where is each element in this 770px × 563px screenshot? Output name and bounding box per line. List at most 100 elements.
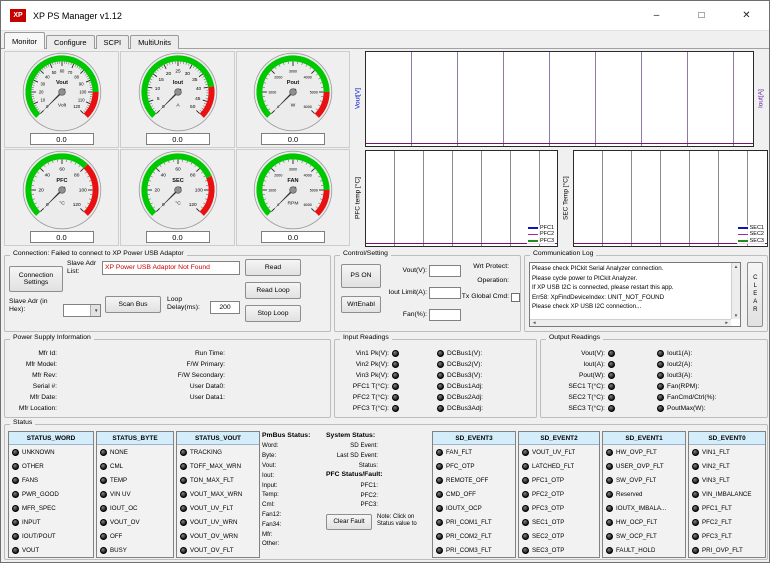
status-item[interactable]: PFC1_FLT — [689, 501, 765, 515]
status-item[interactable]: TON_MAX_FLT — [177, 473, 259, 487]
status-item[interactable]: BUSY — [97, 543, 173, 557]
status-item[interactable]: VOUT — [9, 543, 93, 557]
status-item[interactable]: VIN3_FLT — [689, 473, 765, 487]
stop-loop-button[interactable]: Stop Loop — [245, 305, 301, 322]
status-item[interactable]: VOUT_OV — [97, 515, 173, 529]
title-bar: XP XP PS Manager v1.12 – □ ✕ — [1, 1, 769, 31]
tx-global-cmd-checkbox[interactable] — [511, 293, 520, 302]
close-icon[interactable]: ✕ — [724, 1, 769, 30]
status-panel-status_vout: STATUS_VOUTTRACKINGTOFF_MAX_WRNTON_MAX_F… — [176, 431, 260, 558]
status-item[interactable]: UNKNOWN — [9, 445, 93, 459]
status-item[interactable]: SW_OVP_FLT — [603, 473, 685, 487]
status-item[interactable]: IOUTX_OCP — [433, 501, 515, 515]
status-item[interactable]: LATCHED_FLT — [519, 459, 599, 473]
status-item[interactable]: INPUT — [9, 515, 93, 529]
status-item[interactable]: PRI_COM3_FLT — [433, 543, 515, 557]
status-item[interactable]: VOUT_OV_WRN — [177, 529, 259, 543]
status-item[interactable]: FAULT_HOLD — [603, 543, 685, 557]
status-field-row: Last SD Event: — [326, 451, 430, 461]
status-item[interactable]: FANS — [9, 473, 93, 487]
status-item[interactable]: PRI_COM1_FLT — [433, 515, 515, 529]
status-item[interactable]: PFC1_OTP — [519, 473, 599, 487]
status-item[interactable]: PFC_OTP — [433, 459, 515, 473]
status-item[interactable]: VOUT_MAX_WRN — [177, 487, 259, 501]
status-item[interactable]: PWR_GOOD — [9, 487, 93, 501]
status-item[interactable]: VOUT_UV_FLT — [177, 501, 259, 515]
status-item[interactable]: SW_OCP_FLT — [603, 529, 685, 543]
read-button[interactable]: Read — [245, 259, 301, 276]
status-item[interactable]: MFR_SPEC — [9, 501, 93, 515]
log-horizontal-scrollbar[interactable] — [530, 319, 731, 326]
status-item[interactable]: PFC2_OTP — [519, 487, 599, 501]
status-item[interactable]: TEMP — [97, 473, 173, 487]
reading-led-indicator — [608, 405, 615, 412]
status-item[interactable]: TRACKING — [177, 445, 259, 459]
status-item[interactable]: Reserved — [603, 487, 685, 501]
connection-settings-button[interactable]: Connection Settings — [9, 266, 63, 292]
status-item[interactable]: PFC2_FLT — [689, 515, 765, 529]
status-item[interactable]: SEC3_OTP — [519, 543, 599, 557]
status-item[interactable]: HW_OVP_FLT — [603, 445, 685, 459]
status-item[interactable]: NONE — [97, 445, 173, 459]
svg-text:35: 35 — [192, 77, 198, 83]
log-vertical-scrollbar[interactable] — [731, 263, 740, 319]
ps-on-button[interactable]: PS ON — [341, 264, 381, 288]
tab-monitor[interactable]: Monitor — [4, 32, 45, 49]
reading-row: PFC2 T(°C): — [339, 392, 435, 403]
status-item[interactable]: VOUT_OV_FLT — [177, 543, 259, 557]
vout-set-input[interactable] — [429, 265, 461, 277]
status-item[interactable]: IOUT/POUT — [9, 529, 93, 543]
status-item[interactable]: IOUT_OC — [97, 501, 173, 515]
status-item[interactable]: CMD_OFF — [433, 487, 515, 501]
info-label: User Data0: — [163, 383, 225, 390]
status-item[interactable]: SEC2_OTP — [519, 529, 599, 543]
reading-led-indicator — [392, 383, 399, 390]
status-item[interactable]: PRI_OVP_FLT — [689, 543, 765, 557]
status-item[interactable]: REMOTE_OFF — [433, 473, 515, 487]
tab-multiunits[interactable]: MultiUnits — [130, 35, 179, 49]
reading-row: PoutMax(W): — [657, 403, 765, 414]
status-item[interactable]: HW_OCP_FLT — [603, 515, 685, 529]
slave-adr-dropdown[interactable] — [63, 304, 101, 317]
svg-text:20: 20 — [165, 71, 171, 77]
status-item[interactable]: VOUT_UV_WRN — [177, 515, 259, 529]
status-item[interactable]: PFC3_OTP — [519, 501, 599, 515]
svg-text:60: 60 — [59, 69, 64, 74]
maximize-icon[interactable]: □ — [679, 1, 724, 30]
status-item[interactable]: IOUTX_IMBALA... — [603, 501, 685, 515]
control-setting-group: Control/Setting PS ON WrtEnabl Vout(V): … — [334, 255, 521, 332]
slave-adr-list-value[interactable]: XP Power USB Adaptor Not Found — [102, 261, 240, 275]
fan-set-input[interactable] — [429, 309, 461, 321]
status-item[interactable]: VIN_IMBALANCE — [689, 487, 765, 501]
tab-scpi[interactable]: SCPI — [96, 35, 130, 49]
status-item[interactable]: VIN1_FLT — [689, 445, 765, 459]
status-item[interactable]: SEC1_OTP — [519, 515, 599, 529]
status-led-indicator — [12, 491, 19, 498]
info-row: Mfr Id: — [9, 348, 159, 359]
status-item[interactable]: VIN2_FLT — [689, 459, 765, 473]
write-enable-button[interactable]: WrtEnabl — [341, 296, 381, 313]
status-item[interactable]: PFC3_FLT — [689, 529, 765, 543]
gauge-pfc: 020406080100120PFC°C0.0 — [4, 149, 119, 246]
minimize-icon[interactable]: – — [634, 1, 679, 30]
status-item[interactable]: PRI_COM2_FLT — [433, 529, 515, 543]
status-item[interactable]: TOFF_MAX_WRN — [177, 459, 259, 473]
scan-bus-button[interactable]: Scan Bus — [105, 296, 161, 313]
status-item-label: CMD_OFF — [446, 491, 476, 498]
status-item[interactable]: OFF — [97, 529, 173, 543]
clear-log-button[interactable]: CLEAR — [747, 262, 763, 327]
tab-configure[interactable]: Configure — [46, 35, 95, 49]
gauge-vout: 0102030405060708090100110120VoutVolt0.0 — [4, 51, 119, 148]
status-item[interactable]: FAN_FLT — [433, 445, 515, 459]
status-led-indicator — [606, 491, 613, 498]
status-item[interactable]: USER_OVP_FLT — [603, 459, 685, 473]
communication-log[interactable]: Please check PICkit Serial Analyzer conn… — [529, 262, 741, 327]
read-loop-button[interactable]: Read Loop — [245, 282, 301, 299]
pfc-status-rows: PFC1:PFC2:PFC3: — [326, 480, 430, 509]
status-item[interactable]: CML — [97, 459, 173, 473]
status-item[interactable]: VIN UV — [97, 487, 173, 501]
status-item[interactable]: VOUT_UV_FLT — [519, 445, 599, 459]
clear-fault-button[interactable]: Clear Fault — [326, 514, 372, 530]
loop-delay-input[interactable]: 200 — [210, 301, 240, 314]
status-item[interactable]: OTHER — [9, 459, 93, 473]
